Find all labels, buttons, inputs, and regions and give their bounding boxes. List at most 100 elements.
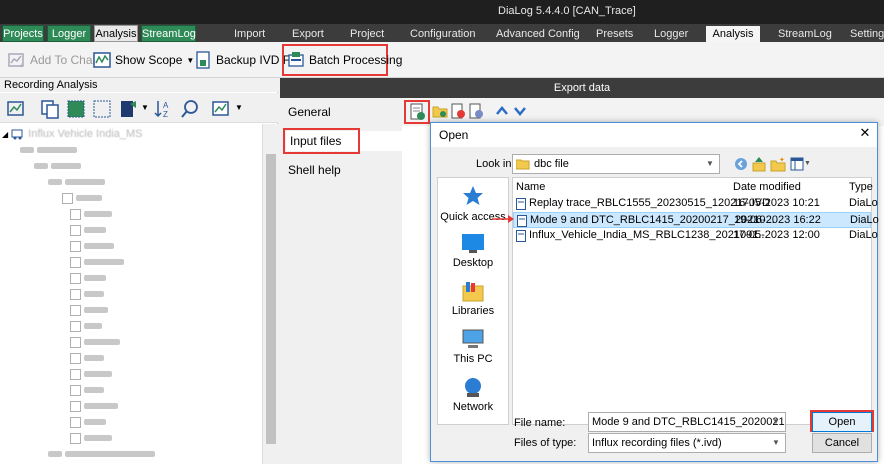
place-this-pc[interactable]: This PC (437, 328, 509, 365)
add-to-chart-button[interactable]: + Add To Chart (8, 48, 100, 72)
back-icon[interactable] (734, 157, 748, 171)
add-file-icon[interactable] (408, 103, 426, 121)
chevron-down-icon[interactable]: ▼ (804, 160, 811, 167)
file-row[interactable]: Mode 9 and DTC_RBLC1415_20200217_20210..… (513, 212, 879, 228)
tree-node[interactable] (70, 254, 124, 270)
clear-list-icon[interactable] (468, 103, 484, 119)
tab-logger[interactable]: Logger (654, 26, 688, 42)
open-button[interactable]: Open (812, 412, 872, 432)
desktop-icon (462, 234, 484, 253)
tree-node[interactable] (70, 286, 104, 302)
chevron-down-icon[interactable]: ▼ (235, 103, 243, 112)
tree-scrollbar[interactable] (262, 124, 278, 464)
file-name-input[interactable]: Mode 9 and DTC_RBLC1415_20200217_2021 ▼ (588, 412, 786, 432)
add-folder-icon[interactable] (432, 103, 448, 119)
file-row[interactable]: Replay trace_RBLC1555_20230515_120217.IV… (513, 196, 878, 212)
tree-node[interactable] (70, 414, 106, 430)
tree-node[interactable] (34, 158, 81, 174)
tree-node[interactable] (70, 382, 104, 398)
look-in-select[interactable]: dbc file ▼ (512, 154, 720, 174)
backup-file-icon (196, 51, 210, 69)
deselect-icon[interactable] (92, 99, 112, 119)
sort-az-icon[interactable]: AZ (154, 99, 174, 119)
tree-node[interactable] (70, 398, 118, 414)
nav-general[interactable]: General (288, 102, 331, 122)
tree-node[interactable] (48, 446, 155, 462)
move-up-icon[interactable] (496, 105, 508, 117)
column-name[interactable]: Name (516, 181, 545, 193)
tab-projects[interactable]: Projects (2, 25, 44, 42)
chevron-down-icon[interactable]: ▼ (141, 103, 149, 112)
title-bar: DiaLog 5.4.4.0 [CAN_Trace] (0, 0, 884, 24)
batch-processing-icon (288, 52, 304, 67)
tree-node[interactable] (48, 174, 105, 190)
network-icon (465, 378, 481, 397)
tab-presets[interactable]: Presets (596, 26, 633, 42)
expand-icon: ◢ (2, 129, 9, 139)
tab-configuration[interactable]: Configuration (410, 26, 475, 42)
tree-node[interactable] (70, 270, 106, 286)
svg-text:+: + (19, 61, 24, 69)
look-in-label: Look in: (476, 158, 515, 170)
move-down-icon[interactable] (514, 105, 526, 117)
tab-export[interactable]: Export (292, 26, 324, 42)
cancel-button[interactable]: Cancel (812, 433, 872, 453)
open-dialog-title: Open (439, 128, 469, 142)
select-all-icon[interactable] (66, 99, 86, 119)
up-folder-icon[interactable] (752, 156, 766, 172)
tree-node[interactable] (70, 334, 120, 350)
input-files-highlight (283, 128, 360, 154)
column-date-modified[interactable]: Date modified (733, 181, 801, 193)
new-folder-icon[interactable]: ✦ (770, 156, 786, 172)
nav-shell-help[interactable]: Shell help (288, 160, 341, 180)
copy-icon[interactable] (40, 99, 60, 119)
remove-file-icon[interactable] (450, 103, 466, 119)
tab-settings[interactable]: Settings (850, 26, 884, 42)
vehicle-icon (11, 129, 23, 140)
tab-advanced-config[interactable]: Advanced Config (496, 26, 580, 42)
tree-node[interactable] (70, 206, 112, 222)
tree-node[interactable] (62, 190, 102, 206)
place-desktop[interactable]: Desktop (437, 232, 509, 269)
file-icon (517, 215, 527, 227)
batch-processing-button[interactable]: Batch Processing (287, 48, 402, 72)
tab-analysis-left[interactable]: Analysis (94, 25, 138, 42)
tree-node[interactable] (70, 318, 102, 334)
place-network[interactable]: Network (437, 376, 509, 413)
tab-logger-left[interactable]: Logger (47, 25, 91, 42)
export-file-icon[interactable] (118, 99, 138, 119)
tree-node[interactable] (70, 366, 112, 382)
tab-streamlog-left[interactable]: StreamLog (141, 25, 196, 42)
search-icon[interactable] (180, 99, 200, 119)
show-scope-button[interactable]: Show Scope ▼ (93, 48, 194, 72)
export-dialog-title: Export data (280, 78, 884, 98)
chevron-down-icon: ▼ (706, 159, 714, 168)
tree-root[interactable]: ◢ Influx Vehicle India_MS (2, 126, 143, 142)
tree-node[interactable] (70, 302, 108, 318)
arrow-pointer-icon (492, 215, 514, 223)
tree-node[interactable] (70, 430, 112, 446)
chart-settings-icon[interactable] (212, 99, 232, 119)
tab-project[interactable]: Project (350, 26, 384, 42)
star-icon (463, 186, 483, 205)
close-icon[interactable]: ✕ (856, 124, 874, 142)
place-libraries[interactable]: Libraries (437, 280, 509, 317)
tree-node[interactable] (70, 238, 114, 254)
recording-tree: ◢ Influx Vehicle India_MS (0, 124, 262, 464)
tab-analysis[interactable]: Analysis (706, 26, 760, 42)
open-dialog-titlebar: Open (431, 123, 877, 147)
view-menu-icon[interactable] (790, 157, 804, 171)
tree-node[interactable] (70, 222, 106, 238)
file-row[interactable]: Influx_Vehicle_India_MS_RBLC1238_2021091… (513, 228, 878, 244)
tree-node[interactable] (70, 350, 104, 366)
tab-streamlog[interactable]: StreamLog (778, 26, 832, 42)
window-title: DiaLog 5.4.4.0 [CAN_Trace] (498, 5, 636, 17)
file-type-select[interactable]: Influx recording files (*.ivd) ▼ (588, 433, 786, 453)
tree-node[interactable] (20, 142, 77, 158)
file-name-label: File name: (514, 417, 566, 429)
computer-icon (462, 329, 484, 348)
chevron-down-icon: ▼ (772, 417, 780, 426)
tab-import[interactable]: Import (234, 26, 265, 42)
add-chart-icon[interactable] (7, 99, 27, 119)
column-type[interactable]: Type (849, 181, 873, 193)
